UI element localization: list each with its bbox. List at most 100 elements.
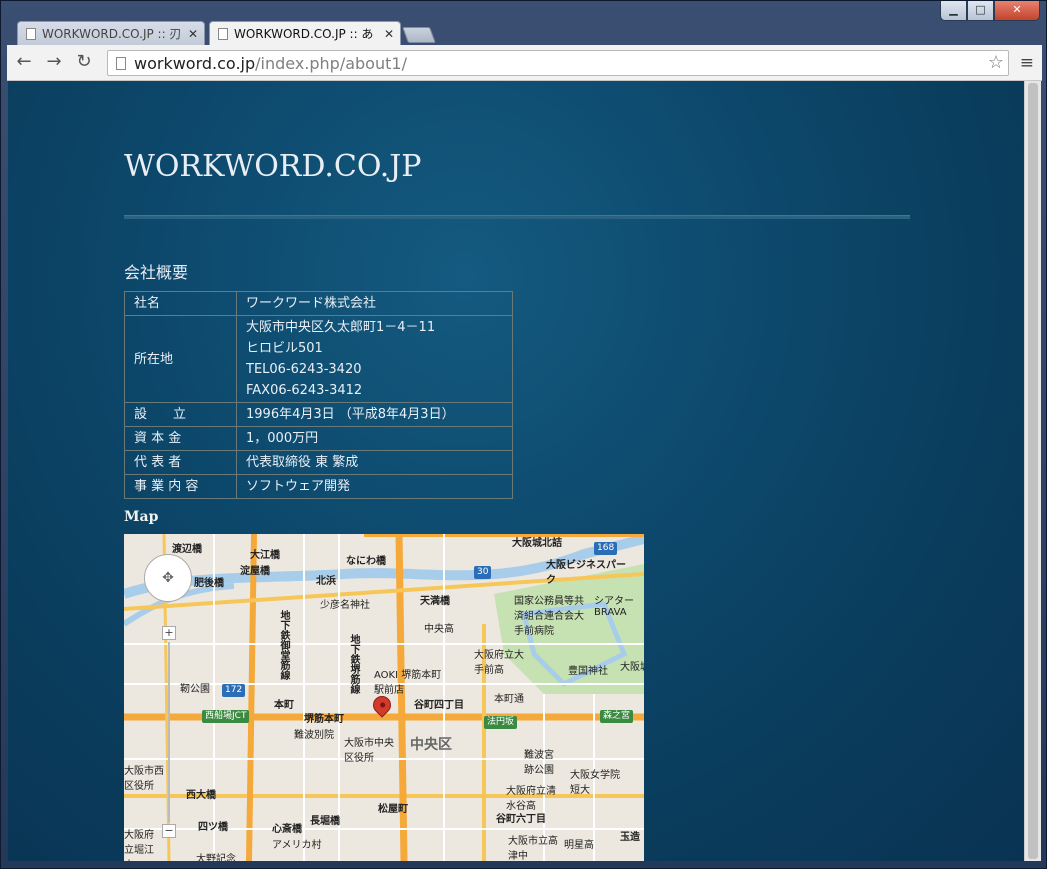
page-icon [218, 28, 228, 40]
row-value: ソフトウェア開発 [236, 474, 513, 499]
reload-icon[interactable]: ↻ [73, 51, 95, 72]
map-label: 松屋町 [378, 804, 408, 815]
map-label: 四ツ橋 [198, 822, 228, 833]
map-label: 大阪市西区役所 [124, 766, 164, 792]
phone: TEL06-6243-3420 [246, 362, 362, 377]
url-text[interactable]: workword.co.jp/index.php/about1/ [134, 54, 407, 73]
tab-2-label: WORKWORD.CO.JP :: あ [234, 27, 374, 41]
fax: FAX06-6243-3412 [246, 383, 363, 398]
window-controls: ▁ □ ✕ [940, 1, 1040, 21]
address-line: 大阪市中央区久太郎町1－4－11 [246, 320, 436, 335]
map-label: 大阪女学院短大 [570, 770, 620, 796]
section-title: 会社概要 [124, 263, 189, 282]
map-label: なにわ橋 [346, 556, 386, 567]
forward-icon[interactable]: → [43, 51, 65, 72]
map-label: アメリカ村 [272, 840, 322, 851]
google-map[interactable]: ✥ + − 渡辺橋 大江橋 なにわ橋 大阪城北詰 大阪ビジネスパーク 淀屋橋 北… [124, 534, 644, 861]
table-row: 設 立 1996年4月3日 （平成8年4月3日） [124, 402, 513, 427]
map-label: 大阪城北詰 [512, 538, 562, 549]
map-label: 北浜 [316, 576, 336, 587]
zoom-out-icon[interactable]: − [162, 824, 176, 838]
tab-1[interactable]: WORKWORD.CO.JP :: 刃 ✕ [17, 21, 205, 45]
map-label: 本町通 [494, 694, 524, 705]
map-label: 肥後橋 [194, 578, 224, 589]
map-label: 大阪府立大手前高 [474, 650, 524, 676]
route-shield: 172 [222, 684, 246, 697]
map-label: 法円坂 [484, 716, 518, 729]
page-icon [116, 57, 126, 70]
site-title[interactable]: WORKWORD.CO.JP [124, 149, 421, 184]
row-key: 設 立 [124, 402, 237, 427]
minimize-icon[interactable]: ▁ [940, 1, 967, 21]
title-bar: ▁ □ ✕ WORKWORD.CO.JP :: 刃 ✕ WORKWORD.CO.… [1, 1, 1047, 45]
row-value: 1，000万円 [236, 426, 513, 451]
address-line: ヒロビル501 [246, 341, 323, 356]
map-label: 靭公園 [180, 684, 210, 695]
url-path: /index.php/about1/ [255, 54, 407, 73]
map-label: 大野記念 [196, 854, 236, 861]
map-label: 難波宮跡公園 [524, 750, 554, 776]
table-row: 事 業 内 容 ソフトウェア開発 [124, 474, 513, 499]
menu-icon[interactable]: ≡ [1020, 53, 1034, 73]
map-label: 国家公務員等共済組合連合会大手前病院 [514, 596, 584, 637]
map-label: 明星高 [564, 840, 594, 851]
close-window-icon[interactable]: ✕ [994, 1, 1040, 21]
map-label: 大江橋 [250, 550, 280, 561]
row-value: 代表取締役 東 繁成 [236, 450, 513, 475]
table-row: 所在地 大阪市中央区久太郎町1－4－11 ヒロビル501 TEL06-6243-… [124, 315, 513, 403]
map-heading: Map [124, 509, 159, 525]
page-content: WORKWORD.CO.JP 会社概要 社名 ワークワード株式会社 所在地 大阪… [8, 81, 1024, 861]
map-label: 中央区 [410, 737, 452, 753]
vertical-scrollbar[interactable] [1024, 81, 1041, 861]
route-shield: 30 [474, 566, 492, 579]
map-label: 谷町四丁目 [414, 700, 464, 711]
tab-close-icon[interactable]: ✕ [384, 22, 394, 45]
pan-control-icon[interactable]: ✥ [144, 554, 192, 602]
table-row: 資 本 金 1，000万円 [124, 426, 513, 451]
new-tab-button[interactable] [402, 27, 436, 43]
bookmark-star-icon[interactable]: ☆ [988, 52, 1004, 73]
row-value: 1996年4月3日 （平成8年4月3日） [236, 402, 513, 427]
tab-2-active[interactable]: WORKWORD.CO.JP :: あ ✕ [209, 21, 401, 45]
map-label: 谷町六丁目 [496, 814, 546, 825]
row-value-address: 大阪市中央区久太郎町1－4－11 ヒロビル501 TEL06-6243-3420… [236, 315, 513, 403]
map-label: 大阪府立清水谷高 [506, 786, 556, 812]
map-label: 豊国神社 [568, 666, 608, 677]
row-value: ワークワード株式会社 [236, 291, 513, 316]
tab-close-icon[interactable]: ✕ [188, 22, 198, 45]
maximize-icon[interactable]: □ [967, 1, 994, 21]
map-label: 長堀橋 [310, 816, 340, 827]
row-key: 代 表 者 [124, 450, 237, 475]
map-label: 渡辺橋 [172, 544, 202, 555]
map-label: 大阪府立堀江小 [124, 830, 154, 861]
map-label: AOKI 堺筋本町駅前店 [374, 670, 442, 696]
row-key: 所在地 [124, 315, 237, 403]
zoom-slider[interactable] [168, 642, 170, 822]
table-row: 社名 ワークワード株式会社 [124, 291, 513, 316]
map-label: 堺筋本町 [304, 714, 344, 725]
table-row: 代 表 者 代表取締役 東 繁成 [124, 450, 513, 475]
map-label: 天満橋 [420, 596, 450, 607]
map-label: 西船場JCT [202, 710, 250, 723]
row-key: 資 本 金 [124, 426, 237, 451]
map-label: 大阪市立高津中 [508, 836, 558, 861]
map-label: 地下鉄堺筋線 [348, 634, 359, 694]
browser-toolbar: ← → ↻ workword.co.jp/index.php/about1/ ☆… [7, 45, 1042, 81]
map-label: 少彦名神社 [320, 600, 370, 611]
tab-1-label: WORKWORD.CO.JP :: 刃 [42, 27, 182, 41]
map-label: 淀屋橋 [240, 566, 270, 577]
route-shield: 168 [594, 542, 618, 555]
map-label: 大阪市中央区役所 [344, 738, 394, 764]
row-key: 社名 [124, 291, 237, 316]
header-divider [124, 215, 910, 219]
map-label: 西大橋 [186, 790, 216, 801]
back-icon[interactable]: ← [13, 51, 35, 72]
map-label: 中央高 [424, 624, 454, 635]
map-label: 心斎橋 [272, 824, 302, 835]
map-label: シアターBRAVA [594, 596, 634, 618]
zoom-in-icon[interactable]: + [162, 626, 176, 640]
url-host: workword.co.jp [134, 54, 256, 73]
company-info-table: 社名 ワークワード株式会社 所在地 大阪市中央区久太郎町1－4－11 ヒロビル5… [124, 291, 513, 499]
address-bar[interactable]: workword.co.jp/index.php/about1/ ☆ [107, 50, 1009, 76]
scrollbar-thumb[interactable] [1028, 83, 1038, 859]
